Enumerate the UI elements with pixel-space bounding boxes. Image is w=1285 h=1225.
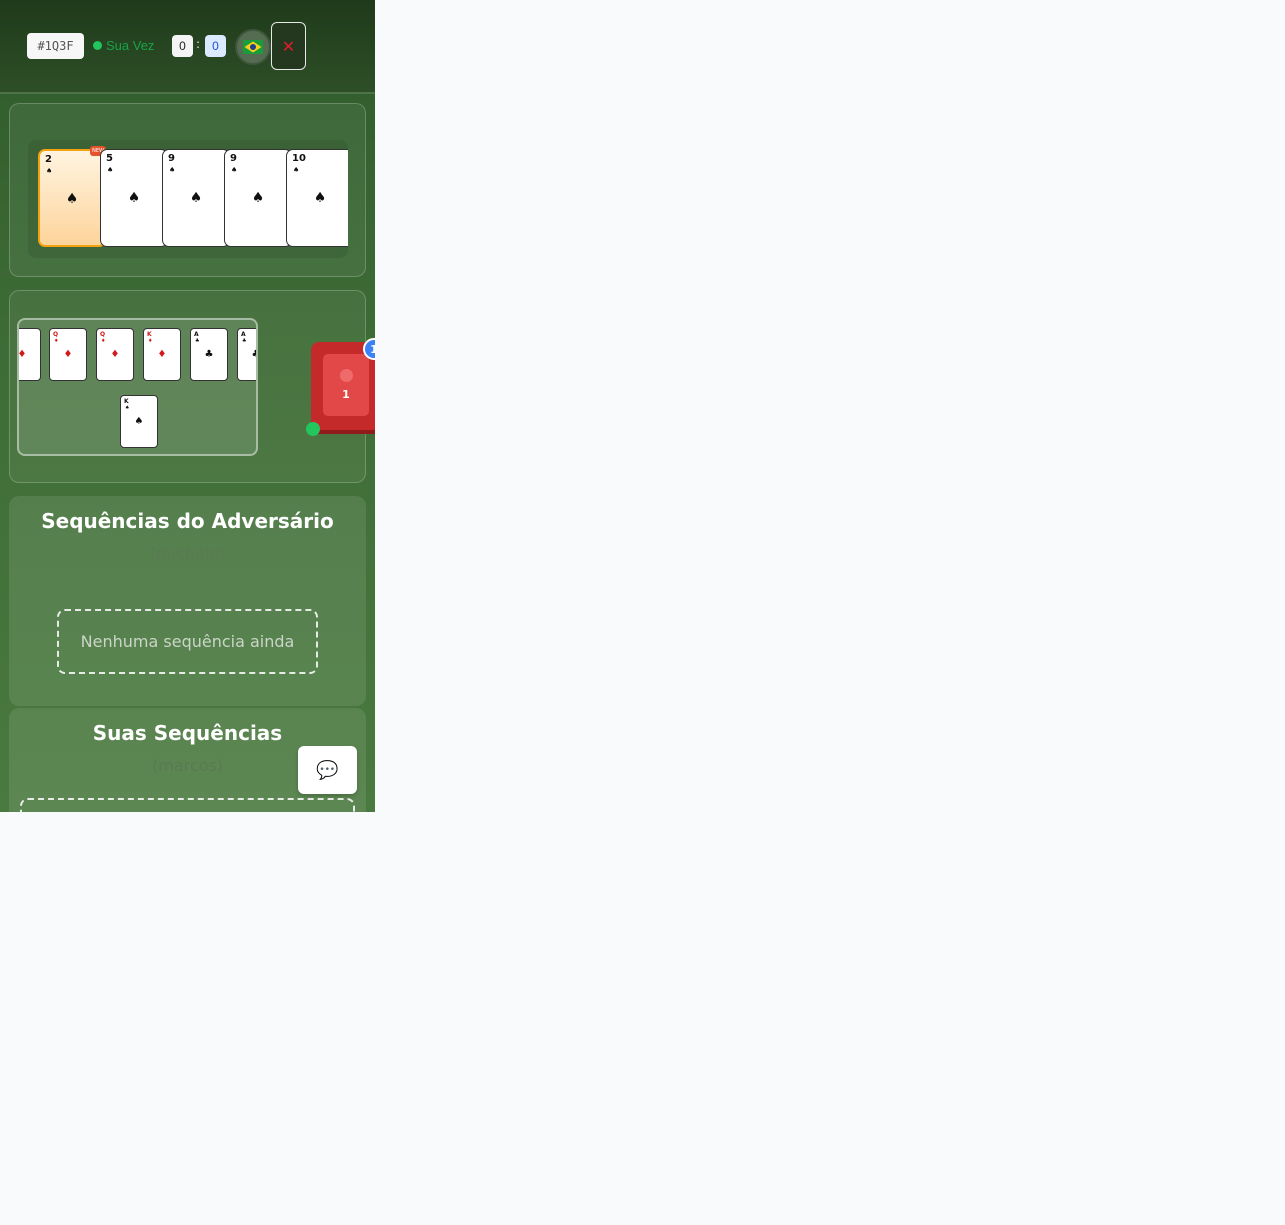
card-rank: Q	[100, 331, 106, 338]
card-suit: ♦	[157, 349, 167, 360]
hand-card[interactable]: 9 ♠ ♠	[162, 149, 230, 247]
score-player: 0	[172, 35, 193, 57]
card-suit-small: ♣	[242, 338, 247, 344]
status-dot-icon	[93, 41, 102, 50]
card-suit-small: ♦	[101, 338, 106, 344]
discard-card[interactable]: ♦	[17, 328, 41, 381]
opponent-sequences-panel: Sequências do Adversário (michele) Nenhu…	[9, 496, 366, 706]
hand-panel: 2 ♠ ♠ NEW 5 ♠ ♠ 9 ♠ ♠ 9 ♠ ♠ 10 ♠ ♠	[9, 103, 366, 277]
deck-pip-icon	[340, 369, 353, 382]
card-suit-small: ♠	[293, 166, 300, 174]
card-rank: A	[241, 331, 246, 338]
card-suit-small: ♠	[125, 405, 130, 411]
card-rank: 5	[106, 153, 113, 164]
card-rank: 9	[230, 153, 237, 164]
card-rank: K	[147, 331, 152, 338]
top-bar: #1Q3F Sua Vez 0 : 0 ✕	[0, 0, 375, 94]
card-rank: 9	[168, 153, 175, 164]
card-suit: ♦	[63, 349, 73, 360]
deck-count: 1	[342, 388, 350, 401]
card-rank: 10	[292, 153, 306, 164]
card-suit: ♦	[17, 349, 27, 360]
score-separator: :	[196, 37, 201, 51]
card-suit-small: ♠	[46, 167, 53, 175]
opponent-sequences-title: Sequências do Adversário	[41, 509, 334, 533]
deck-face	[323, 354, 369, 416]
turn-label: Sua Vez	[106, 38, 155, 53]
card-suit: ♠	[189, 190, 203, 206]
hand-card[interactable]: 5 ♠ ♠	[100, 149, 168, 247]
opponent-name: (michele)	[149, 544, 226, 563]
card-rank: 2	[45, 154, 52, 165]
card-suit: ♠	[134, 416, 144, 427]
card-suit: ♠	[127, 190, 141, 206]
language-button[interactable]	[235, 29, 271, 65]
discard-pile[interactable]: ♦ Q ♦ ♦ Q ♦ ♦ K ♦ ♦ A ♣ ♣ A ♣ K ♠ ♠	[17, 318, 258, 456]
opponent-empty-state: Nenhuma sequência ainda	[57, 609, 318, 674]
card-suit-small: ♣	[195, 338, 200, 344]
card-rank: K	[124, 398, 129, 405]
game-screen: #1Q3F Sua Vez 0 : 0 ✕ 2 ♠ ♠ NEW 5 ♠ ♠ 9 …	[0, 0, 375, 812]
card-suit: ♣	[238, 349, 256, 360]
chat-button[interactable]: 💬	[298, 746, 357, 794]
hand-tray: 2 ♠ ♠ NEW 5 ♠ ♠ 9 ♠ ♠ 9 ♠ ♠ 10 ♠ ♠	[28, 140, 348, 258]
close-icon: ✕	[281, 36, 296, 56]
card-suit-small: ♠	[231, 166, 238, 174]
room-code: #1Q3F	[27, 33, 84, 59]
score-opponent: 0	[205, 35, 226, 57]
card-suit-small: ♠	[107, 166, 114, 174]
card-rank: A	[194, 331, 199, 338]
discard-card[interactable]: K ♦ ♦	[143, 328, 181, 381]
hand-card[interactable]: 2 ♠ ♠ NEW	[38, 146, 106, 247]
card-suit: ♠	[251, 190, 265, 206]
card-suit-small: ♠	[169, 166, 176, 174]
card-suit: ♦	[110, 349, 120, 360]
discard-card[interactable]: A ♣ ♣	[237, 328, 256, 381]
card-rank: Q	[53, 331, 59, 338]
card-suit: ♠	[65, 191, 79, 207]
my-sequences-dropzone[interactable]	[20, 798, 355, 812]
discard-card[interactable]: K ♠ ♠	[120, 395, 158, 448]
chat-icon: 💬	[316, 759, 339, 781]
discard-card[interactable]: Q ♦ ♦	[96, 328, 134, 381]
discard-card[interactable]: Q ♦ ♦	[49, 328, 87, 381]
card-suit-small: ♦	[54, 338, 59, 344]
card-suit: ♣	[204, 349, 214, 360]
hand-card[interactable]: 10 ♠ ♠	[286, 149, 348, 247]
discard-card[interactable]: A ♣ ♣	[190, 328, 228, 381]
deck-active-dot-icon	[306, 422, 320, 436]
hand-card[interactable]: 9 ♠ ♠	[224, 149, 292, 247]
card-suit: ♠	[313, 190, 327, 206]
brazil-flag-icon	[243, 40, 263, 54]
turn-indicator: Sua Vez	[93, 38, 154, 53]
close-button[interactable]: ✕	[271, 22, 306, 70]
my-sequences-title: Suas Sequências	[92, 721, 283, 745]
card-suit-small: ♦	[148, 338, 153, 344]
